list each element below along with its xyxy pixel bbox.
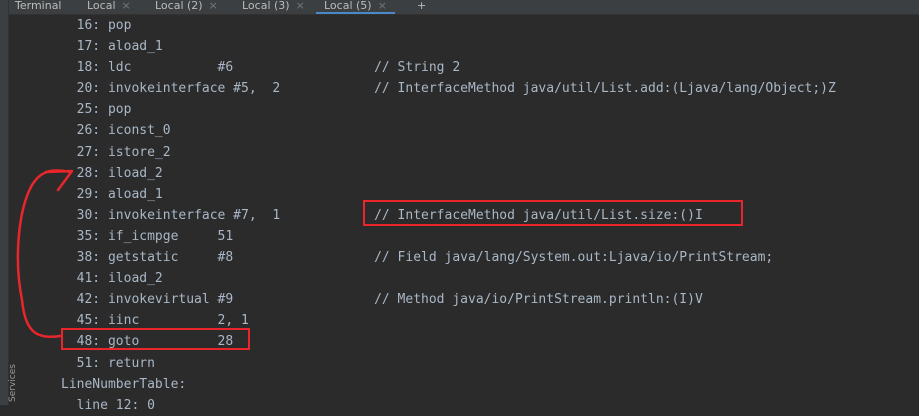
arrow-head-icon xyxy=(44,169,74,192)
loop-arrow-curve xyxy=(16,169,72,339)
loop-arrow-annotation xyxy=(16,169,74,339)
